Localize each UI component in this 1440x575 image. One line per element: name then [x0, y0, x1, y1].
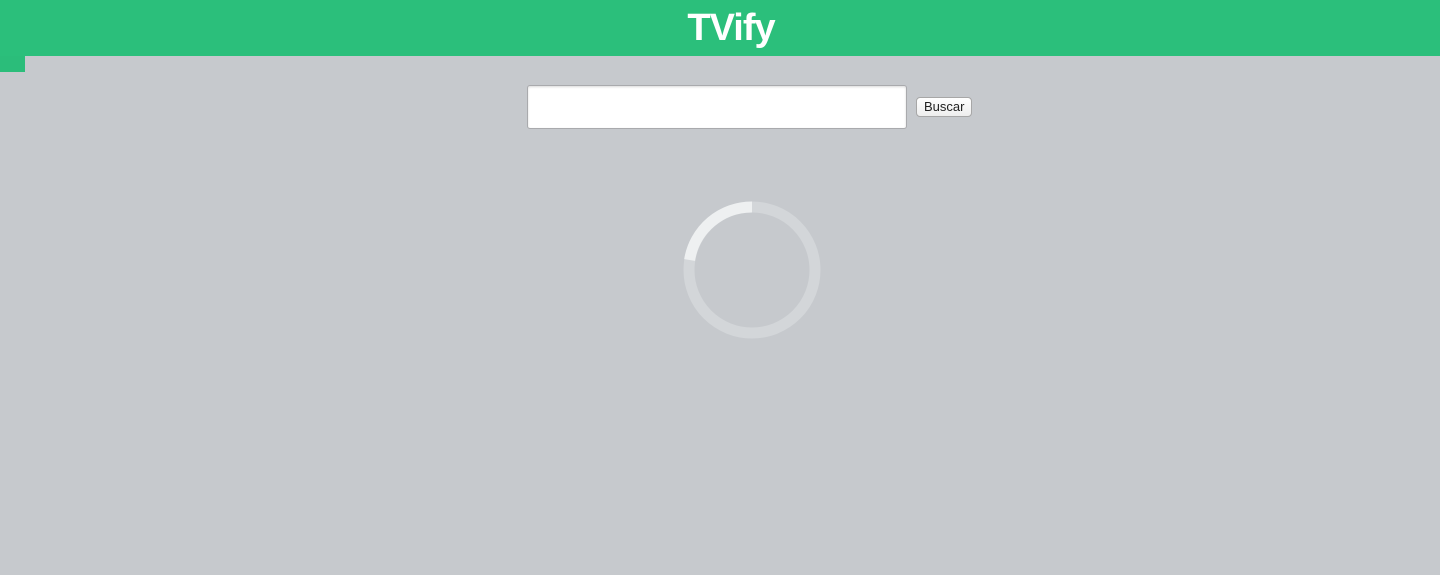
- loading-spinner-svg: [683, 201, 821, 339]
- search-input[interactable]: [527, 85, 907, 129]
- search-button[interactable]: Buscar: [916, 97, 973, 117]
- loading-spinner-icon: [682, 200, 822, 340]
- search-form: Buscar: [527, 85, 973, 129]
- spinner-arc: [684, 201, 753, 262]
- app-title: TVify: [687, 7, 775, 49]
- app-page: TVify Buscar: [0, 0, 1440, 575]
- app-header: TVify: [0, 0, 1440, 56]
